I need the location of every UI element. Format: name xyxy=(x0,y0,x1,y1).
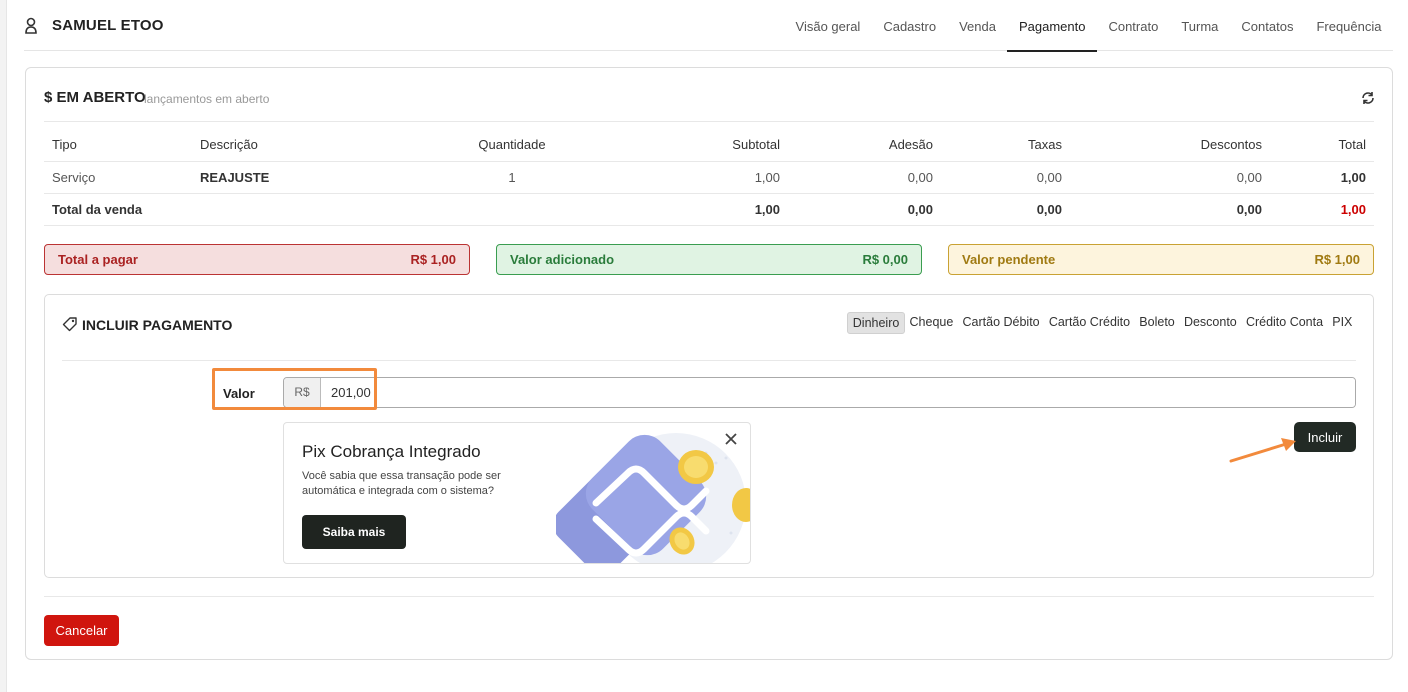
table-header-row: Tipo Descrição Quantidade Subtotal Adesã… xyxy=(44,129,1374,162)
payment-card: $ EM ABERTO lançamentos em aberto Tipo D… xyxy=(25,67,1393,660)
refresh-icon[interactable] xyxy=(1360,90,1376,106)
cell-descontos: 0,00 xyxy=(1070,161,1270,194)
page-header: SAMUEL ETOO Visão geral Cadastro Venda P… xyxy=(24,0,1393,52)
tab-pagamento[interactable]: Pagamento xyxy=(1007,0,1097,52)
valor-pendente-box: Valor pendente R$ 1,00 xyxy=(948,244,1374,275)
tab-frequencia[interactable]: Frequência xyxy=(1305,0,1393,51)
payment-method-tabs: Dinheiro Cheque Cartão Débito Cartão Cré… xyxy=(847,312,1357,334)
open-items-table: Tipo Descrição Quantidade Subtotal Adesã… xyxy=(44,129,1374,226)
tab-visao-geral[interactable]: Visão geral xyxy=(784,0,872,51)
cell-tipo: Serviço xyxy=(44,161,192,194)
cancel-button[interactable]: Cancelar xyxy=(44,615,119,646)
total-a-pagar-box: Total a pagar R$ 1,00 xyxy=(44,244,470,275)
divider xyxy=(62,360,1356,361)
cell-taxas: 0,00 xyxy=(941,161,1070,194)
cell-quantidade: 1 xyxy=(452,161,572,194)
method-pix[interactable]: PIX xyxy=(1328,312,1357,334)
table-row: Serviço REAJUSTE 1 1,00 0,00 0,00 0,00 1… xyxy=(44,161,1374,194)
valor-pendente-label: Valor pendente xyxy=(962,252,1056,267)
cell-subtotal: 1,00 xyxy=(572,161,788,194)
divider xyxy=(44,596,1374,597)
cell-descricao: REAJUSTE xyxy=(192,161,452,194)
method-boleto[interactable]: Boleto xyxy=(1135,312,1180,334)
total-subtotal: 1,00 xyxy=(572,193,788,226)
valor-adicionado-value: R$ 0,00 xyxy=(862,252,908,267)
saiba-mais-button[interactable]: Saiba mais xyxy=(302,515,406,549)
incluir-pagamento-title: INCLUIR PAGAMENTO xyxy=(82,317,233,333)
col-total: Total xyxy=(1270,129,1374,162)
total-label: Total da venda xyxy=(44,193,572,226)
col-adesao: Adesão xyxy=(788,129,941,162)
tab-cadastro[interactable]: Cadastro xyxy=(872,0,948,51)
cell-adesao: 0,00 xyxy=(788,161,941,194)
section-subtitle: lançamentos em aberto xyxy=(144,92,270,106)
section-title: $ EM ABERTO xyxy=(44,89,146,106)
tab-venda[interactable]: Venda xyxy=(948,0,1008,51)
incluir-button[interactable]: Incluir xyxy=(1294,422,1356,452)
method-cheque[interactable]: Cheque xyxy=(905,312,958,334)
tab-contatos[interactable]: Contatos xyxy=(1230,0,1305,51)
col-descricao: Descrição xyxy=(192,129,452,162)
promo-title: Pix Cobrança Integrado xyxy=(302,442,481,461)
pix-illustration xyxy=(556,433,750,563)
tab-turma[interactable]: Turma xyxy=(1170,0,1230,51)
method-dinheiro[interactable]: Dinheiro xyxy=(847,312,905,334)
valor-label: Valor xyxy=(223,386,255,401)
tab-contrato[interactable]: Contrato xyxy=(1097,0,1170,51)
col-taxas: Taxas xyxy=(941,129,1070,162)
total-a-pagar-value: R$ 1,00 xyxy=(410,252,456,267)
valor-adicionado-box: Valor adicionado R$ 0,00 xyxy=(496,244,922,275)
page-title: SAMUEL ETOO xyxy=(52,17,164,34)
total-adesao: 0,00 xyxy=(788,193,941,226)
total-a-pagar-label: Total a pagar xyxy=(58,252,138,267)
valor-pendente-value: R$ 1,00 xyxy=(1314,252,1360,267)
currency-prefix: R$ xyxy=(284,378,321,407)
col-descontos: Descontos xyxy=(1070,129,1270,162)
method-cartao-credito[interactable]: Cartão Crédito xyxy=(1044,312,1134,334)
valor-adicionado-label: Valor adicionado xyxy=(510,252,615,267)
promo-text: Você sabia que essa transação pode ser a… xyxy=(302,470,501,497)
table-total-row: Total da venda 1,00 0,00 0,00 0,00 1,00 xyxy=(44,193,1374,226)
pix-promo-banner: Pix Cobrança Integrado Você sabia que es… xyxy=(283,422,751,564)
pointer-arrow-icon xyxy=(1229,438,1296,463)
col-tipo: Tipo xyxy=(44,129,192,162)
tab-nav: Visão geral Cadastro Venda Pagamento Con… xyxy=(784,0,1393,52)
method-desconto[interactable]: Desconto xyxy=(1179,312,1241,334)
valor-input[interactable] xyxy=(321,378,1355,407)
method-credito-conta[interactable]: Crédito Conta xyxy=(1241,312,1327,334)
method-cartao-debito[interactable]: Cartão Débito xyxy=(958,312,1044,334)
tag-icon xyxy=(62,317,77,332)
divider xyxy=(44,121,1374,122)
user-icon xyxy=(25,17,37,34)
valor-input-group: R$ xyxy=(283,377,1356,408)
col-subtotal: Subtotal xyxy=(572,129,788,162)
cell-total: 1,00 xyxy=(1270,161,1374,194)
total-descontos: 0,00 xyxy=(1070,193,1270,226)
total-total: 1,00 xyxy=(1270,193,1374,226)
left-sidebar-edge xyxy=(0,0,7,692)
total-taxas: 0,00 xyxy=(941,193,1070,226)
col-quantidade: Quantidade xyxy=(452,129,572,162)
